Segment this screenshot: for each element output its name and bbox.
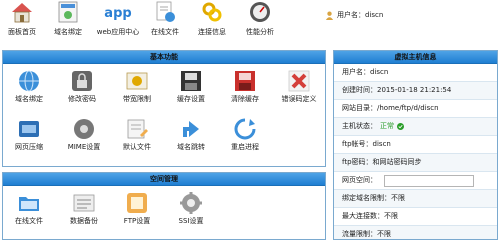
current-user: 用户名：discn [325,11,383,20]
home-icon [12,3,32,23]
grid-item-label: 清除缓存 [231,95,259,103]
cache-icon [181,71,201,91]
compress-icon [19,121,39,137]
status-value: 正常 [380,122,394,130]
default-file-icon [127,119,148,139]
redirect-icon [183,121,199,137]
host-info-panel: 虚拟主机信息 用户名：discn 创建时间：2015-01-18 21:21:5… [333,50,498,240]
info-row-max-connections: 最大连接数：不限 [334,208,497,226]
info-row-domain-limit: 绑定域名限制：不限 [334,190,497,208]
grid-item-label: 错误码定义 [281,95,317,103]
grid-item-label: 数据备份 [70,217,98,225]
web-space-bar [384,174,474,187]
grid-item-default-file[interactable]: 默认文件 [107,117,167,152]
globe-icon [19,70,39,92]
restart-icon [234,118,256,140]
app-icon: app [104,6,131,21]
ssi-gear-icon [180,192,202,214]
bandwidth-icon [126,72,148,90]
folder-icon [19,197,39,211]
info-row-traffic-limit: 流量限制：不限 [334,226,497,239]
check-icon [397,123,404,130]
space-management-panel: 空间管理 在线文件 数据备份 FTP设置 SSI设置 [2,172,326,240]
grid-item-clear-cache[interactable]: 清除缓存 [215,69,275,104]
grid-item-label: 重启进程 [231,143,259,151]
grid-item-label: 域名跳转 [177,143,205,151]
backup-icon [73,194,95,212]
domain-icon [58,1,78,23]
top-toolbar: 面板首页 域名绑定 app web应用中心 在线文件 连接信息 性能分析 用户名… [0,0,500,44]
info-row-web-space: 网页空间： [334,172,497,190]
toolbar-item-label: 域名绑定 [54,28,82,36]
toolbar-item-domain-bind[interactable]: 域名绑定 [40,0,96,37]
grid-item-label: 修改密码 [68,95,96,103]
toolbar-item-performance[interactable]: 性能分析 [232,0,288,37]
info-row-created: 创建时间：2015-01-18 21:21:54 [334,82,497,100]
info-row-host-status: 主机状态： 正常 [334,118,497,136]
grid-item-change-password[interactable]: 修改密码 [52,69,112,104]
grid-item-label: 带宽限制 [123,95,151,103]
clear-cache-icon [235,71,255,91]
online-file-icon [156,1,175,22]
lock-icon [72,71,92,91]
grid-item-label: 网页压缩 [15,143,43,151]
grid-item-label: 默认文件 [123,143,151,151]
user-icon [325,11,334,20]
grid-item-label: 域名绑定 [15,95,43,103]
grid-item-domain-bind[interactable]: 域名绑定 [3,69,59,104]
grid-item-error-code[interactable]: 错误码定义 [269,69,325,104]
grid-item-restart-process[interactable]: 重启进程 [215,117,275,152]
grid-item-cache-settings[interactable]: 缓存设置 [161,69,221,104]
grid-item-label: 在线文件 [15,217,43,225]
panel-title: 空间管理 [3,173,325,186]
basic-functions-panel: 基本功能 域名绑定 修改密码 带宽限制 缓存设置 清除缓存 错误码定义 网页压缩… [2,50,326,167]
grid-item-data-backup[interactable]: 数据备份 [54,191,114,226]
performance-icon [250,2,270,22]
app-icon-text: app [104,6,131,21]
grid-item-mime-settings[interactable]: MIME设置 [54,117,114,152]
panel-title: 虚拟主机信息 [334,51,497,64]
info-row-username: 用户名：discn [334,64,497,82]
ftp-icon [127,193,147,213]
info-row-site-dir: 网站目录：/home/ftp/d/discn [334,100,497,118]
user-label: 用户名：discn [337,11,384,19]
grid-item-ftp-settings[interactable]: FTP设置 [107,191,167,226]
info-row-ftp-account: ftp帐号：discn [334,136,497,154]
mime-icon [74,119,94,139]
grid-item-domain-redirect[interactable]: 域名跳转 [161,117,221,152]
grid-item-label: MIME设置 [67,143,101,151]
grid-item-label: SSI设置 [178,217,204,225]
grid-item-web-compress[interactable]: 网页压缩 [3,117,59,152]
connection-info-icon [202,2,222,22]
grid-item-label: FTP设置 [123,217,151,225]
grid-item-online-file[interactable]: 在线文件 [3,191,59,226]
grid-item-bandwidth-limit[interactable]: 带宽限制 [107,69,167,104]
toolbar-item-label: 性能分析 [246,28,274,36]
grid-item-ssi-settings[interactable]: SSI设置 [161,191,221,226]
info-row-ftp-password: ftp密码：和网站密码同步 [334,154,497,172]
error-icon [288,70,310,92]
grid-item-label: 缓存设置 [177,95,205,103]
panel-title: 基本功能 [3,51,325,64]
